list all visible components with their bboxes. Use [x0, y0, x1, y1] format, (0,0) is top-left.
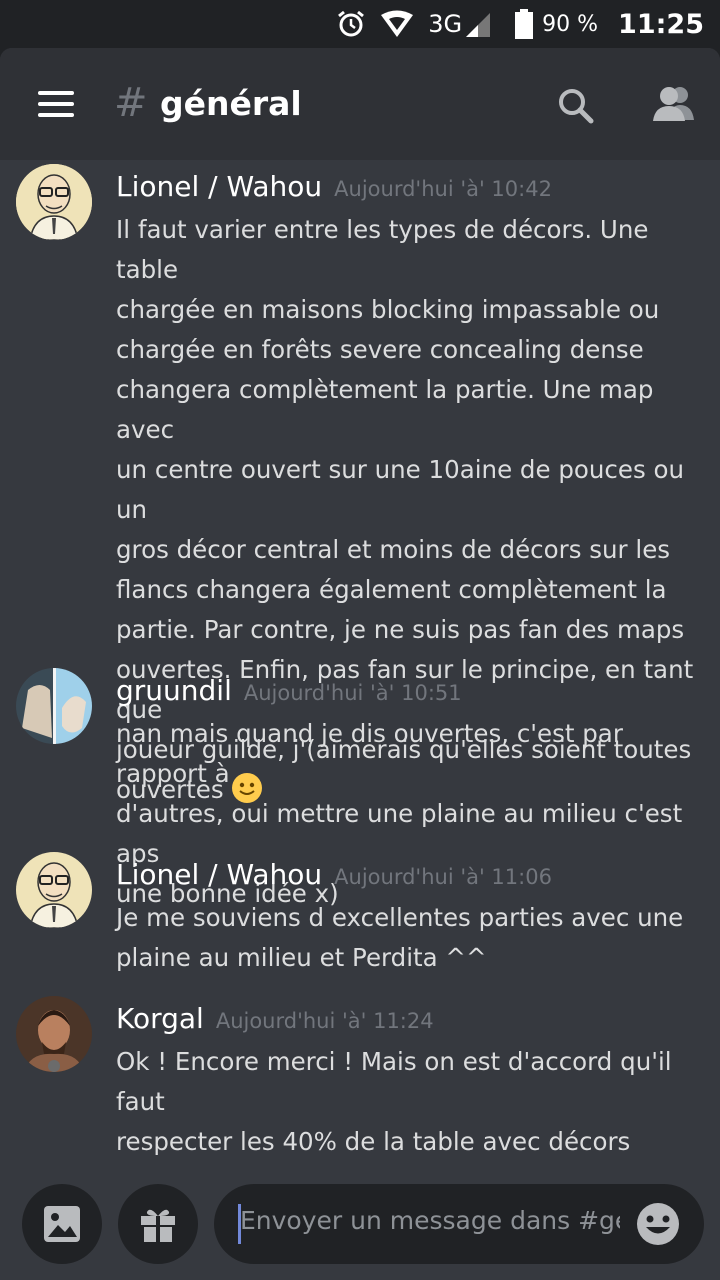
author-name[interactable]: Korgal [116, 1002, 204, 1035]
message-line: chargée en forêts severe concealing dens… [116, 335, 644, 364]
message-author[interactable]: gruundil Aujourd'hui 'à' 10:51 [116, 672, 462, 712]
author-name[interactable]: Lionel / Wahou [116, 858, 322, 891]
message-line: nan mais quand je dis ouvertes, c'est pa… [116, 719, 623, 788]
avatar[interactable] [16, 852, 92, 928]
avatar[interactable] [16, 668, 92, 744]
status-bar: 3G 90 % 11:25 [0, 0, 720, 48]
network-type: 3G [428, 10, 463, 38]
avatar[interactable] [16, 996, 92, 1072]
message-line: un centre ouvert sur une 10aine de pouce… [116, 455, 685, 524]
message-author[interactable]: Korgal Aujourd'hui 'à' 11:24 [116, 1000, 434, 1040]
message-line: Je me souviens d excellentes parties ave… [116, 903, 684, 932]
wifi-icon [380, 10, 414, 38]
author-name[interactable]: gruundil [116, 674, 232, 707]
message-line: gros décor central et moins de décors su… [116, 535, 671, 564]
message-timestamp: Aujourd'hui 'à' 10:42 [334, 177, 552, 201]
message-author[interactable]: Lionel / Wahou Aujourd'hui 'à' 10:42 [116, 168, 552, 208]
signal-icon [464, 11, 492, 37]
message-line: respecter les 40% de la table avec décor… [116, 1127, 631, 1156]
channel-name: général [160, 84, 302, 123]
avatar[interactable] [16, 164, 92, 240]
battery-icon [514, 9, 534, 39]
gift-icon [138, 1204, 178, 1244]
message-timestamp: Aujourd'hui 'à' 10:51 [243, 681, 462, 705]
channel-hash-icon: # [114, 80, 148, 126]
emoji-icon[interactable] [634, 1200, 682, 1248]
image-icon [43, 1205, 81, 1243]
message-input-placeholder: Envoyer un message dans #gé... [240, 1206, 620, 1235]
message-timestamp: Aujourd'hui 'à' 11:06 [334, 865, 552, 889]
message-line: plaine au milieu et Perdita ^^ [116, 943, 487, 972]
message-line: partie. Par contre, je ne suis pas fan d… [116, 615, 685, 644]
message-line: chargée en maisons blocking impassable o… [116, 295, 660, 324]
message-composer: Envoyer un message dans #gé... [0, 1170, 720, 1280]
members-icon[interactable] [650, 84, 696, 124]
battery-percent: 90 % [542, 11, 599, 37]
message-author[interactable]: Lionel / Wahou Aujourd'hui 'à' 11:06 [116, 856, 552, 896]
clock: 11:25 [618, 8, 704, 40]
gift-button[interactable] [118, 1184, 198, 1264]
message-timestamp: Aujourd'hui 'à' 11:24 [215, 1009, 434, 1033]
alarm-icon [336, 9, 366, 39]
message-list[interactable]: Lionel / Wahou Aujourd'hui 'à' 10:42 Il f… [0, 160, 720, 1170]
message-line: Il faut varier entre les types de décors… [116, 215, 649, 284]
chat-screen: # général Lionel / Wahou Aujourd'hui 'à'… [0, 48, 720, 1280]
message-input[interactable]: Envoyer un message dans #gé... [214, 1184, 704, 1264]
author-name[interactable]: Lionel / Wahou [116, 170, 322, 203]
message-content: Je me souviens d excellentes parties ave… [116, 898, 706, 978]
message-line: Ok ! Encore merci ! Mais on est d'accord… [116, 1047, 672, 1116]
menu-icon[interactable] [38, 91, 74, 117]
attach-image-button[interactable] [22, 1184, 102, 1264]
search-icon[interactable] [556, 86, 596, 126]
message-line: flancs changera également complètement l… [116, 575, 667, 604]
channel-header: # général [0, 48, 720, 160]
message-content: Ok ! Encore merci ! Mais on est d'accord… [116, 1042, 706, 1162]
message-line: changera complètement la partie. Une map… [116, 375, 654, 444]
